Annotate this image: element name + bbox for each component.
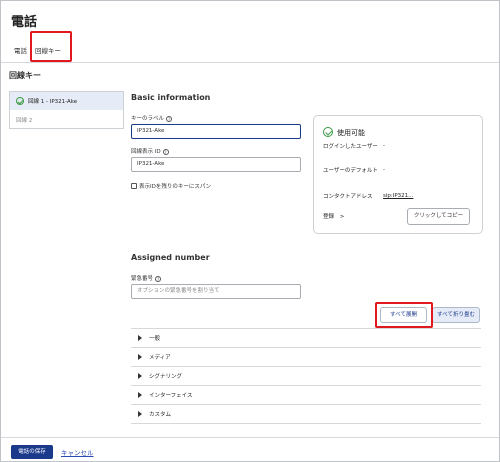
accordion-label: メディア xyxy=(149,355,171,361)
caret-right-icon xyxy=(138,411,142,417)
accordion-item-custom[interactable]: カスタム xyxy=(131,405,481,424)
caret-right-icon xyxy=(138,354,142,360)
help-icon[interactable]: ? xyxy=(162,148,169,155)
collapse-all-button[interactable]: すべて折り畳む xyxy=(432,307,480,323)
line-list-item-label: 回線 1 - IP321-Ake xyxy=(28,99,78,105)
chevron-right-icon: > xyxy=(339,214,345,220)
section-title: 回線キー xyxy=(9,71,41,80)
accordion-label: シグナリング xyxy=(149,374,183,380)
check-circle-icon xyxy=(323,127,333,137)
cancel-link[interactable]: キャンセル xyxy=(61,447,94,457)
tab-bar: 電話 回線キー xyxy=(1,37,499,63)
accordion-label: インターフェイス xyxy=(149,393,193,399)
line-list: 回線 1 - IP321-Ake 回線 2 xyxy=(9,91,124,129)
footer-divider xyxy=(1,437,499,438)
emergency-number-input[interactable]: オプションの緊急番号を割り当て xyxy=(131,284,301,299)
assigned-number-heading: Assigned number xyxy=(131,253,210,262)
login-user-label: ログインしたユーザー xyxy=(323,144,378,150)
caret-right-icon xyxy=(138,373,142,379)
default-user-label: ユーザーのデフォルト xyxy=(323,168,378,174)
accordion-item-interface[interactable]: インターフェイス xyxy=(131,386,481,405)
caret-right-icon xyxy=(138,335,142,341)
phone-settings-window: 電話 電話 回線キー 回線キー 回線 1 - IP321-Ake 回線 2 Ba… xyxy=(0,0,500,462)
contact-address-link[interactable]: sip:IP321... xyxy=(383,193,413,199)
key-label-input[interactable]: IP321-Ake xyxy=(131,124,301,139)
help-icon[interactable]: ? xyxy=(155,275,162,282)
help-icon[interactable]: ? xyxy=(166,115,173,122)
caret-right-icon xyxy=(138,392,142,398)
register-toggle[interactable]: 登録 > xyxy=(323,212,344,220)
settings-accordion: 一般 メディア シグナリング インターフェイス カスタム xyxy=(131,328,481,424)
default-user-value: - xyxy=(383,167,385,173)
accordion-item-media[interactable]: メディア xyxy=(131,348,481,367)
emergency-number-label: 緊急番号? xyxy=(131,275,162,282)
basic-info-heading: Basic information xyxy=(131,93,211,102)
registration-status-card: 使用可能 ログインしたユーザー - ユーザーのデフォルト - コンタクトアドレス… xyxy=(313,115,483,234)
accordion-item-general[interactable]: 一般 xyxy=(131,329,481,348)
line-list-item-2[interactable]: 回線 2 xyxy=(16,116,32,124)
span-checkbox-label: 表示IDを残りのキーにスパン xyxy=(139,184,212,190)
accordion-item-signaling[interactable]: シグナリング xyxy=(131,367,481,386)
accordion-label: 一般 xyxy=(149,336,161,342)
span-checkbox[interactable] xyxy=(131,183,137,189)
line-display-id-label: 回線表示 ID? xyxy=(131,148,169,155)
line-display-id-input[interactable]: IP321-Ake xyxy=(131,157,301,172)
login-user-value: - xyxy=(383,143,385,149)
check-circle-icon xyxy=(16,97,24,105)
highlight-box-expand xyxy=(375,302,433,328)
copy-button[interactable]: クリックしてコピー xyxy=(407,208,470,225)
page-title: 電話 xyxy=(11,15,38,30)
accordion-label: カスタム xyxy=(149,412,172,418)
contact-address-label: コンタクトアドレス xyxy=(323,194,373,200)
status-text: 使用可能 xyxy=(337,129,365,137)
line-list-item-1[interactable]: 回線 1 - IP321-Ake xyxy=(10,92,123,110)
save-phone-button[interactable]: 電話の保存 xyxy=(11,445,53,459)
key-label-label: キーのラベル? xyxy=(131,115,173,122)
highlight-box-tab xyxy=(30,31,72,62)
tab-phone[interactable]: 電話 xyxy=(14,45,27,55)
